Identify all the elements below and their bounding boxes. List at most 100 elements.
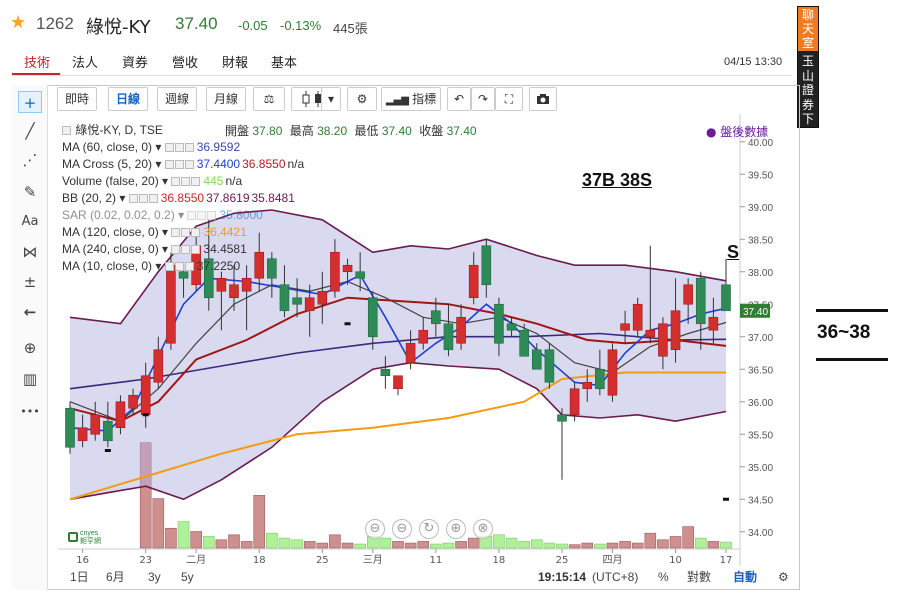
- zoom-out-left-icon[interactable]: ⊖: [365, 519, 385, 539]
- legend-control-icon[interactable]: [184, 143, 194, 152]
- legend-control-icon[interactable]: [164, 262, 174, 271]
- legend-control-icon[interactable]: [148, 194, 158, 203]
- buy-sell-annotation: 37B 38S: [582, 170, 653, 190]
- percent-scale-toggle[interactable]: %: [658, 567, 669, 587]
- candle-body: [405, 342, 416, 364]
- candle-body: [418, 329, 429, 344]
- legend-control-icon[interactable]: [191, 245, 201, 254]
- legend-control-icon[interactable]: [191, 228, 201, 237]
- legend-value: 36.8550: [160, 191, 205, 205]
- candle-body: [456, 316, 466, 344]
- legend-control-icon[interactable]: [184, 262, 194, 271]
- legend-control-icon[interactable]: [164, 143, 174, 152]
- legend-row[interactable]: MA Cross (5, 20) ▾ 37.4400 36.8550 n/a: [62, 156, 304, 172]
- volume-bar: [581, 542, 594, 549]
- candle-body: [330, 251, 340, 292]
- price-axis-label: 38.50: [748, 235, 773, 246]
- legend-value: 445: [203, 174, 224, 188]
- volume-bar: [354, 543, 366, 549]
- time-axis-label: 三月: [363, 554, 383, 566]
- volume-bar: [606, 542, 619, 549]
- candle-body: [342, 264, 353, 273]
- legend-control-icon[interactable]: [184, 160, 194, 169]
- log-scale-toggle[interactable]: 對數: [687, 567, 711, 587]
- candle-body: [279, 284, 290, 312]
- candle-body: [254, 251, 265, 279]
- range-6m[interactable]: 6月: [106, 567, 125, 587]
- candle-body: [140, 375, 151, 416]
- legend-row[interactable]: MA (240, close, 0) ▾ 34.4581: [62, 241, 247, 257]
- volume-bar: [707, 541, 720, 549]
- candle-body: [304, 297, 315, 312]
- auto-scale-toggle[interactable]: 自動: [733, 567, 757, 587]
- volume-bar: [190, 531, 202, 549]
- candle-body: [670, 310, 681, 351]
- legend-control-icon[interactable]: [181, 245, 191, 254]
- legend-control-icon[interactable]: [174, 160, 184, 169]
- legend-row[interactable]: SAR (0.02, 0.02, 0.2) ▾ 35.8000: [62, 207, 263, 223]
- legend-name: MA (240, close, 0) ▾: [62, 242, 172, 256]
- legend-row[interactable]: MA (60, close, 0) ▾ 36.9592: [62, 139, 240, 155]
- volume-bar: [253, 494, 266, 549]
- volume-bar: [669, 536, 682, 549]
- legend-control-icon[interactable]: [174, 143, 184, 152]
- collapse-icon[interactable]: [62, 126, 71, 135]
- volume-bar: [152, 498, 165, 549]
- reset-icon[interactable]: ↻: [419, 519, 439, 539]
- legend-control-icon[interactable]: [164, 160, 174, 169]
- legend-control-icon[interactable]: [207, 211, 217, 220]
- legend-value: 37.4400: [196, 157, 241, 171]
- legend-control-icon[interactable]: [181, 177, 191, 186]
- legend-control-icon[interactable]: [128, 194, 138, 203]
- price-axis-label: 35.50: [748, 430, 773, 441]
- legend-control-icon[interactable]: [171, 245, 181, 254]
- legend-control-icon[interactable]: [197, 211, 207, 220]
- legend-control-icon[interactable]: [191, 177, 201, 186]
- volume-bar: [303, 541, 316, 549]
- time-axis-label: 18: [493, 555, 506, 566]
- zoom-in-icon[interactable]: ⊕: [446, 519, 466, 539]
- timezone[interactable]: (UTC+8): [592, 567, 638, 587]
- candle-body: [620, 323, 630, 331]
- volume-bar: [568, 544, 581, 549]
- volume-bar: [543, 542, 556, 549]
- legend-control-icon[interactable]: [171, 177, 181, 186]
- legend-row[interactable]: BB (20, 2) ▾ 36.8550 37.8619 35.8481: [62, 190, 295, 206]
- legend-row[interactable]: MA (120, close, 0) ▾ 36.4421: [62, 224, 247, 240]
- legend-control-icon[interactable]: [174, 262, 184, 271]
- volume-bar: [165, 527, 177, 549]
- volume-bar: [291, 539, 303, 549]
- legend-row[interactable]: MA (10, close, 0) ▾ 37.2250: [62, 258, 240, 274]
- sar-dot: [723, 497, 729, 501]
- legend-control-icon[interactable]: [138, 194, 148, 203]
- candle-body: [582, 381, 593, 390]
- scale-settings-icon[interactable]: ⚙: [778, 567, 789, 587]
- legend-control-icon[interactable]: [187, 211, 197, 220]
- range-3y[interactable]: 3y: [148, 567, 161, 587]
- candle-body: [531, 349, 542, 370]
- zoom-out-icon[interactable]: ⊖: [392, 519, 412, 539]
- price-chart[interactable]: 40.0039.5039.0038.5038.0037.5037.0036.50…: [0, 0, 900, 600]
- volume-bar: [657, 539, 669, 549]
- sar-dot: [344, 322, 351, 326]
- range-1d[interactable]: 1日: [70, 567, 89, 587]
- legend-name: MA (120, close, 0) ▾: [62, 225, 172, 239]
- volume-bar: [556, 543, 568, 549]
- legend-control-icon[interactable]: [181, 228, 191, 237]
- legend-row[interactable]: Volume (false, 20) ▾ 445 n/a: [62, 173, 242, 189]
- legend-control-icon[interactable]: [171, 228, 181, 237]
- candle-body: [695, 277, 706, 325]
- candle-body: [468, 264, 479, 299]
- candle-body: [115, 401, 126, 429]
- candle-body: [645, 329, 656, 338]
- after-hours-data[interactable]: ● 盤後數據: [706, 123, 768, 140]
- volume-bar: [594, 543, 606, 549]
- range-5y[interactable]: 5y: [181, 567, 194, 587]
- candle-body: [569, 388, 580, 416]
- volume-bar: [720, 541, 732, 549]
- volume-bar: [202, 536, 215, 549]
- price-axis-label: 36.00: [748, 398, 773, 409]
- scroll-right-icon[interactable]: ⊗: [473, 519, 493, 539]
- volume-bar: [694, 537, 707, 549]
- candle-body: [216, 277, 227, 292]
